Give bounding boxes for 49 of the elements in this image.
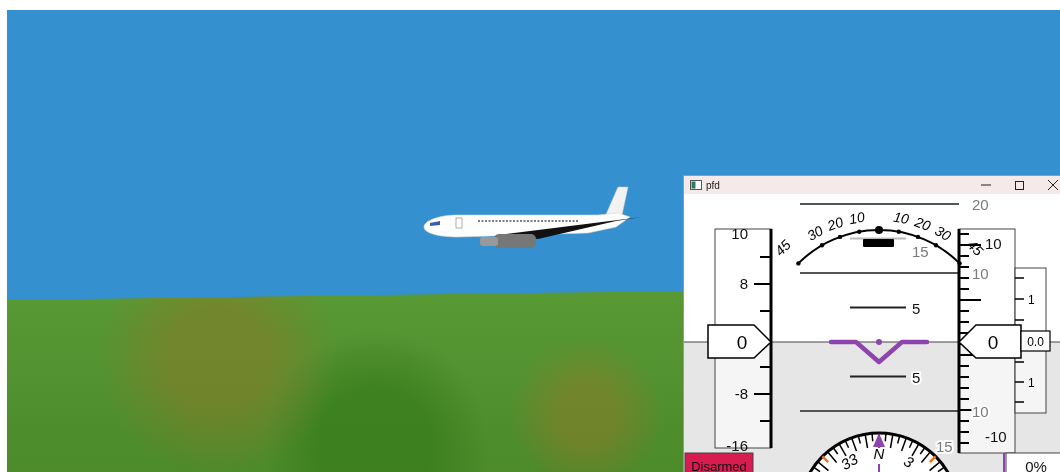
vertical-speed-value: 0.0 bbox=[1027, 335, 1044, 349]
pitch-label: 10 bbox=[972, 265, 989, 282]
vertical-speed-label: 1 bbox=[1028, 293, 1035, 307]
roll-scale-label: 20 bbox=[912, 213, 933, 234]
throttle-reading: 0% bbox=[1025, 458, 1047, 472]
roll-tick-mark bbox=[957, 261, 962, 266]
pitch-label: 20 bbox=[972, 196, 989, 213]
airspeed-scale-label: -8 bbox=[734, 385, 748, 402]
window-title: pfd bbox=[706, 179, 721, 191]
roll-pointer bbox=[863, 239, 894, 247]
roll-scale-label: 20 bbox=[825, 213, 846, 234]
altitude-readout-box bbox=[957, 324, 1022, 359]
roll-tick-mark bbox=[896, 229, 901, 234]
airspeed-value: 0 bbox=[736, 332, 748, 353]
app-icon bbox=[690, 180, 702, 190]
airspeed-readout-box bbox=[707, 324, 773, 359]
heading-label: 3 bbox=[900, 452, 917, 471]
vertical-speed-label: 1 bbox=[1028, 376, 1035, 390]
pitch-label: 15 bbox=[936, 437, 953, 455]
altitude-scale-label: 10 bbox=[985, 235, 1002, 252]
roll-tick-mark bbox=[796, 261, 801, 266]
throttle-box bbox=[1005, 452, 1060, 472]
heading-label: N bbox=[873, 445, 885, 462]
roll-scale-label: 30 bbox=[804, 222, 826, 244]
pitch-label: 15 bbox=[912, 242, 929, 260]
heading-pointer bbox=[873, 433, 885, 472]
roll-tick-mark bbox=[915, 234, 921, 240]
roll-scale-label: 30 bbox=[932, 222, 954, 244]
pitch-label: 10 bbox=[972, 403, 989, 420]
airspeed-scale-label: 8 bbox=[739, 275, 748, 292]
pitch-label: 5 bbox=[912, 368, 921, 386]
roll-scale-label: 10 bbox=[847, 208, 866, 228]
airspeed-scale-label: 10 bbox=[731, 225, 748, 242]
vertical-speed-box bbox=[1020, 330, 1051, 352]
roll-tick-mark bbox=[837, 234, 843, 240]
altitude-value: 0 bbox=[987, 332, 999, 353]
pitch-label: 5 bbox=[912, 299, 921, 317]
roll-zero-mark bbox=[875, 226, 883, 234]
roll-scale-label: 45 bbox=[771, 236, 794, 259]
airspeed-scale-label: -16 bbox=[726, 437, 748, 454]
heading-label: 33 bbox=[837, 449, 861, 472]
close-icon[interactable] bbox=[1048, 180, 1058, 190]
roll-tick-mark bbox=[933, 243, 939, 248]
roll-tick-mark bbox=[857, 229, 862, 234]
altitude-scale-label: -10 bbox=[985, 428, 1007, 445]
roll-scale-label: 10 bbox=[892, 208, 911, 228]
roll-tick-mark bbox=[819, 243, 825, 248]
arm-status-text: Disarmed bbox=[691, 459, 747, 472]
maximize-icon[interactable] bbox=[1015, 180, 1024, 190]
